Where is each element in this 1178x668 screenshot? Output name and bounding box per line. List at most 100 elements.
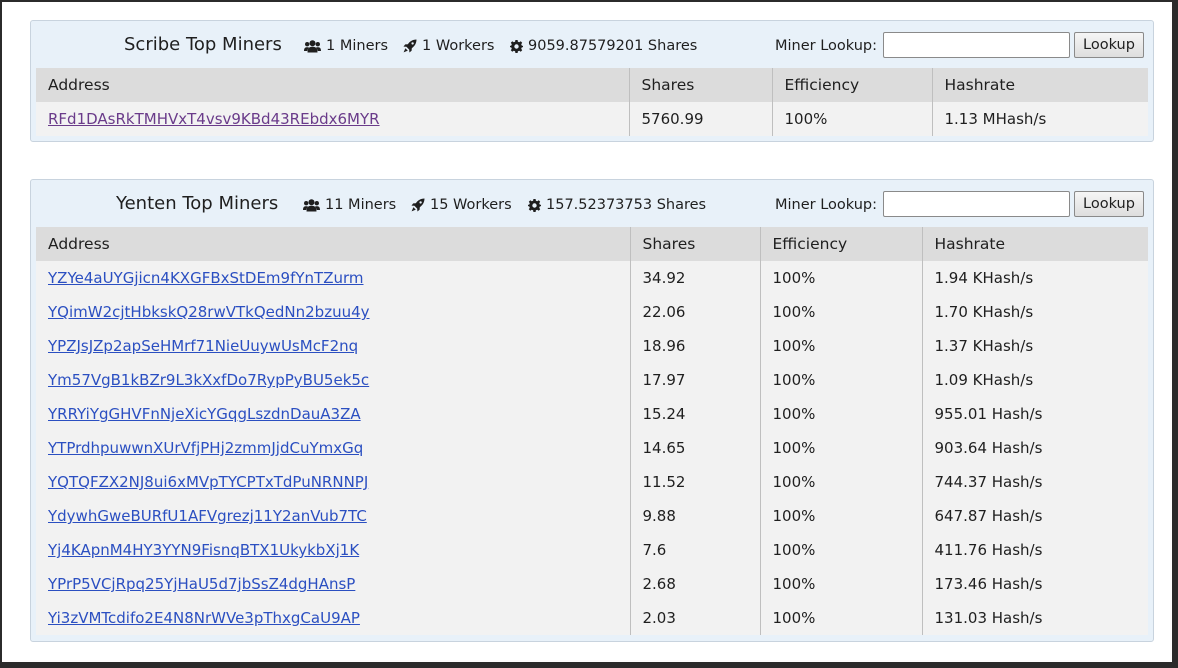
- miner-efficiency-cell: 100%: [759, 397, 922, 431]
- miner-hashrate-cell: 411.76 Hash/s: [921, 533, 1148, 567]
- miner-hashrate-cell: 903.64 Hash/s: [921, 431, 1148, 465]
- miner-shares-cell: 2.03: [629, 601, 760, 635]
- page: Scribe Top Miners 1 Miners 1 Workers 905…: [2, 2, 1172, 662]
- miner-address-link[interactable]: Yj4KApnM4HY3YYN9FisnqBTX1UkykbXj1K: [48, 541, 359, 559]
- miner-address-link[interactable]: Ym57VgB1kBZr9L3kXxfDo7RypPyBU5ek5c: [48, 371, 369, 389]
- scribe-shares-stat: 9059.87579201 Shares: [510, 38, 697, 54]
- miner-shares-cell: 5760.99: [628, 102, 772, 136]
- yenten-miners-stat: 11 Miners: [303, 197, 396, 213]
- miner-shares-cell: 14.65: [629, 431, 760, 465]
- miner-address-link[interactable]: YTPrdhpuwwnXUrVfjPHj2zmmJjdCuYmxGq: [48, 439, 363, 457]
- miner-efficiency-cell: 100%: [759, 431, 922, 465]
- miner-address-cell: YRRYiYgGHVFnNjeXicYGqgLszdnDauA3ZA: [36, 397, 630, 431]
- miner-address-link[interactable]: YRRYiYgGHVFnNjeXicYGqgLszdnDauA3ZA: [48, 405, 361, 423]
- miner-address-cell: Yj4KApnM4HY3YYN9FisnqBTX1UkykbXj1K: [36, 533, 630, 567]
- miner-efficiency-cell: 100%: [759, 601, 922, 635]
- yenten-miners-count: 11 Miners: [325, 197, 397, 213]
- users-icon: [304, 39, 321, 52]
- miner-hashrate-cell: 1.13 MHash/s: [931, 102, 1148, 136]
- miner-shares-cell: 22.06: [629, 295, 760, 329]
- miner-shares-cell: 34.92: [629, 261, 760, 295]
- miner-address-link[interactable]: YdywhGweBURfU1AFVgrezj11Y2anVub7TC: [48, 507, 367, 525]
- miner-hashrate-cell: 744.37 Hash/s: [921, 465, 1148, 499]
- users-icon: [303, 198, 320, 211]
- miner-hashrate-cell: 173.46 Hash/s: [921, 567, 1148, 601]
- miner-efficiency-cell: 100%: [759, 329, 922, 363]
- column-header-address: Address: [36, 227, 630, 261]
- miner-hashrate-cell: 1.70 KHash/s: [921, 295, 1148, 329]
- miner-hashrate-cell: 1.94 KHash/s: [921, 261, 1148, 295]
- yenten-lookup-button[interactable]: Lookup: [1074, 191, 1144, 217]
- scribe-workers-count: 1 Workers: [422, 38, 495, 54]
- miner-efficiency-cell: 100%: [759, 261, 922, 295]
- scribe-panel-title: Scribe Top Miners: [124, 34, 282, 55]
- rocket-icon: [403, 39, 417, 53]
- table-row: YQTQFZX2NJ8ui6xMVpTYCPTxTdPuNRNNPJ 11.52 1…: [36, 465, 1148, 499]
- miner-efficiency-cell: 100%: [759, 567, 922, 601]
- miner-address-cell: YPZJsJZp2apSeHMrf71NieUuywUsMcF2nq: [36, 329, 630, 363]
- scribe-miners-stat: 1 Miners: [304, 38, 388, 54]
- yenten-shares-stat: 157.52373753 Shares: [528, 197, 706, 213]
- scribe-workers-stat: 1 Workers: [403, 38, 494, 54]
- scribe-lookup-button[interactable]: Lookup: [1074, 32, 1144, 58]
- yenten-panel-title: Yenten Top Miners: [116, 193, 279, 214]
- table-row: YPZJsJZp2apSeHMrf71NieUuywUsMcF2nq 18.96 1…: [36, 329, 1148, 363]
- column-header-efficiency: Efficiency: [771, 68, 932, 102]
- miner-address-cell: YQTQFZX2NJ8ui6xMVpTYCPTxTdPuNRNNPJ: [36, 465, 630, 499]
- miner-address-link[interactable]: YZYe4aUYGjicn4KXGFBxStDEm9fYnTZurm: [48, 269, 364, 287]
- miner-address-link[interactable]: Yi3zVMTcdifo2E4N8NrWVe3pThxgCaU9AP: [48, 609, 360, 627]
- miner-address-cell: YPrP5VCjRpq25YjHaU5d7jbSsZ4dgHAnsP: [36, 567, 630, 601]
- column-header-efficiency: Efficiency: [759, 227, 922, 261]
- table-row: Yj4KApnM4HY3YYN9FisnqBTX1UkykbXj1K 7.6 100…: [36, 533, 1148, 567]
- miner-shares-cell: 2.68: [629, 567, 760, 601]
- miner-address-link[interactable]: YQimW2cjtHbkskQ28rwVTkQedNn2bzuu4y: [48, 303, 370, 321]
- yenten-miners-table: Address Shares Efficiency Hashrate YZYe4…: [36, 227, 1148, 635]
- column-header-shares: Shares: [628, 68, 772, 102]
- column-header-hashrate: Hashrate: [921, 227, 1148, 261]
- column-header-shares: Shares: [629, 227, 760, 261]
- miner-shares-cell: 11.52: [629, 465, 760, 499]
- column-header-hashrate: Hashrate: [931, 68, 1148, 102]
- table-row: YZYe4aUYGjicn4KXGFBxStDEm9fYnTZurm 34.92 1…: [36, 261, 1148, 295]
- miner-address-cell: YZYe4aUYGjicn4KXGFBxStDEm9fYnTZurm: [36, 261, 630, 295]
- table-row: YdywhGweBURfU1AFVgrezj11Y2anVub7TC 9.88 10…: [36, 499, 1148, 533]
- miner-address-cell: YdywhGweBURfU1AFVgrezj11Y2anVub7TC: [36, 499, 630, 533]
- miner-shares-cell: 15.24: [629, 397, 760, 431]
- miner-efficiency-cell: 100%: [759, 533, 922, 567]
- gear-icon: [510, 39, 523, 53]
- miner-hashrate-cell: 131.03 Hash/s: [921, 601, 1148, 635]
- yenten-shares-total: 157.52373753 Shares: [546, 197, 707, 213]
- scribe-miners-table: Address Shares Efficiency Hashrate RFd1D…: [36, 68, 1148, 136]
- table-header-row: Address Shares Efficiency Hashrate: [36, 68, 1148, 102]
- yenten-lookup-label: Miner Lookup:: [775, 197, 878, 213]
- miner-shares-cell: 18.96: [629, 329, 760, 363]
- table-row: Yi3zVMTcdifo2E4N8NrWVe3pThxgCaU9AP 2.03 10…: [36, 601, 1148, 635]
- gear-icon: [528, 198, 541, 212]
- miner-address-link[interactable]: RFd1DAsRkTMHVxT4vsv9KBd43REbdx6MYR: [48, 110, 380, 128]
- miner-hashrate-cell: 955.01 Hash/s: [921, 397, 1148, 431]
- table-row: YQimW2cjtHbkskQ28rwVTkQedNn2bzuu4y 22.06 1…: [36, 295, 1148, 329]
- yenten-lookup-input[interactable]: [883, 191, 1070, 217]
- scribe-miners-count: 1 Miners: [326, 38, 389, 54]
- column-header-address: Address: [36, 68, 629, 102]
- table-row: RFd1DAsRkTMHVxT4vsv9KBd43REbdx6MYR 5760.9…: [36, 102, 1148, 136]
- miner-address-cell: RFd1DAsRkTMHVxT4vsv9KBd43REbdx6MYR: [36, 102, 629, 136]
- miner-shares-cell: 7.6: [629, 533, 760, 567]
- miner-shares-cell: 17.97: [629, 363, 760, 397]
- miner-efficiency-cell: 100%: [771, 102, 932, 136]
- rocket-icon: [411, 198, 425, 212]
- miner-address-link[interactable]: YQTQFZX2NJ8ui6xMVpTYCPTxTdPuNRNNPJ: [48, 473, 368, 491]
- table-row: YTPrdhpuwwnXUrVfjPHj2zmmJjdCuYmxGq 14.65 1…: [36, 431, 1148, 465]
- miner-efficiency-cell: 100%: [759, 465, 922, 499]
- miner-efficiency-cell: 100%: [759, 295, 922, 329]
- yenten-panel: Yenten Top Miners 11 Miners 15 Workers 1…: [30, 179, 1154, 642]
- scribe-lookup-label: Miner Lookup:: [775, 38, 878, 54]
- miner-address-cell: YTPrdhpuwwnXUrVfjPHj2zmmJjdCuYmxGq: [36, 431, 630, 465]
- table-row: YRRYiYgGHVFnNjeXicYGqgLszdnDauA3ZA 15.24 1…: [36, 397, 1148, 431]
- miner-efficiency-cell: 100%: [759, 363, 922, 397]
- miner-address-link[interactable]: YPZJsJZp2apSeHMrf71NieUuywUsMcF2nq: [48, 337, 358, 355]
- scribe-lookup-input[interactable]: [883, 32, 1070, 58]
- miner-address-link[interactable]: YPrP5VCjRpq25YjHaU5d7jbSsZ4dgHAnsP: [48, 575, 355, 593]
- table-row: Ym57VgB1kBZr9L3kXxfDo7RypPyBU5ek5c 17.97 1…: [36, 363, 1148, 397]
- miner-address-cell: YQimW2cjtHbkskQ28rwVTkQedNn2bzuu4y: [36, 295, 630, 329]
